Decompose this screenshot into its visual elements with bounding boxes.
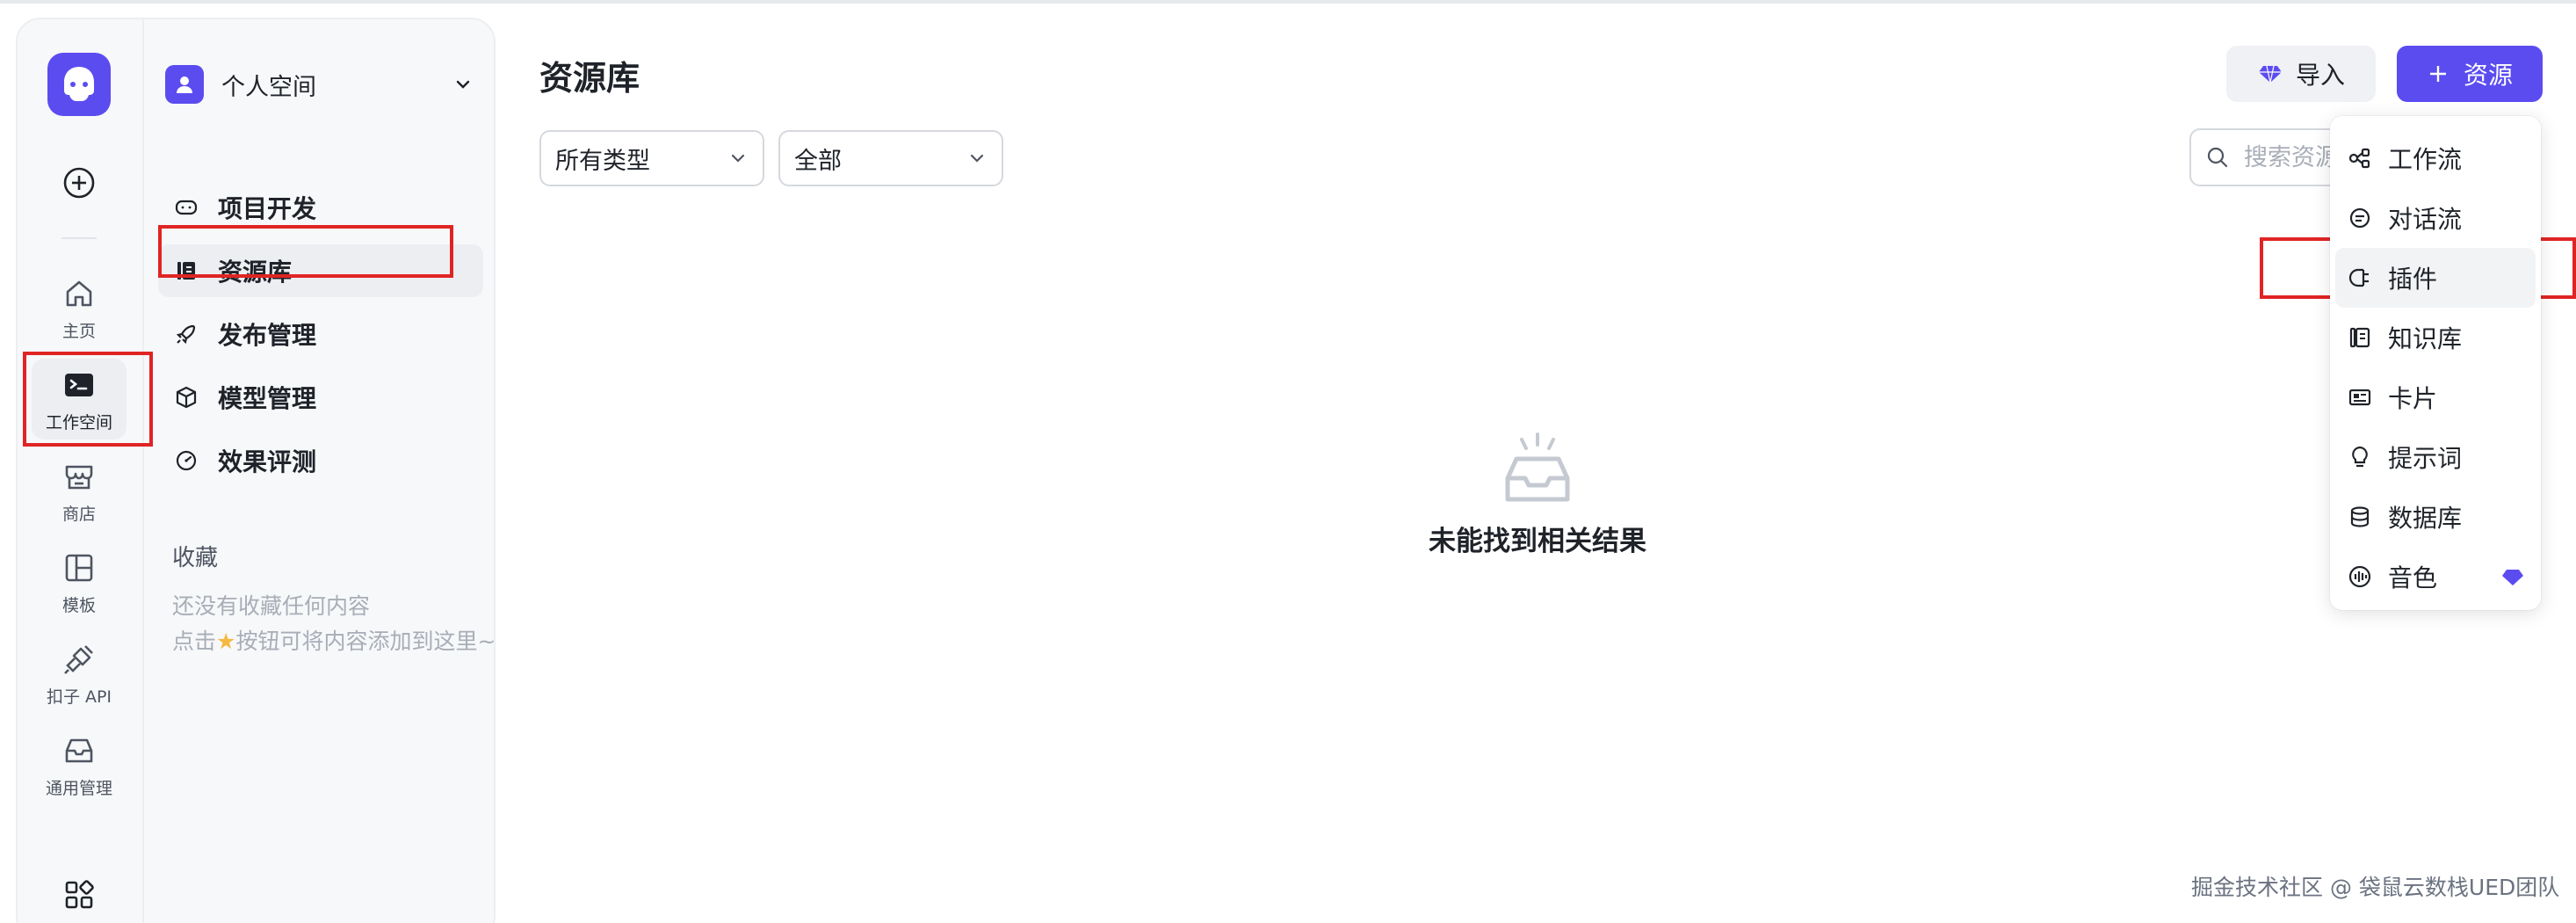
menu-item-label: 卡片 bbox=[2388, 384, 2438, 413]
menu-item-knowledge[interactable]: 知识库 bbox=[2335, 308, 2536, 367]
diamond-icon bbox=[2502, 570, 2523, 585]
search-icon bbox=[2207, 147, 2228, 168]
app-logo[interactable] bbox=[47, 53, 111, 116]
nav-item-project-dev[interactable]: 项目开发 bbox=[158, 181, 483, 234]
menu-item-prompt[interactable]: 提示词 bbox=[2335, 427, 2536, 487]
favorites-title: 收藏 bbox=[172, 545, 219, 571]
user-icon bbox=[177, 76, 192, 93]
nav-item-label: 效果评测 bbox=[218, 447, 317, 476]
favorites-empty-hint: 还没有收藏任何内容 点击★按钮可将内容添加到这里~ bbox=[172, 589, 496, 659]
watermark: 掘金技术社区 @ 袋鼠云数栈UED团队 bbox=[2191, 875, 2560, 900]
type-filter-select[interactable]: 所有类型 bbox=[539, 130, 764, 186]
menu-item-card[interactable]: 卡片 bbox=[2335, 367, 2536, 427]
nav-item-label: 发布管理 bbox=[218, 321, 317, 350]
menu-item-label: 对话流 bbox=[2388, 205, 2463, 234]
menu-item-voice[interactable]: 音色 bbox=[2335, 547, 2536, 607]
space-name: 个人空间 bbox=[221, 73, 316, 101]
empty-state-text: 未能找到相关结果 bbox=[1429, 526, 1646, 557]
menu-item-label: 工作流 bbox=[2388, 145, 2463, 174]
nav-rail: 主页 工作空间 商店 模板 扣子 API 通用管理 bbox=[18, 19, 144, 923]
rail-item-home[interactable]: 主页 bbox=[32, 267, 127, 348]
bulb-icon bbox=[2352, 446, 2368, 468]
type-filter-value: 所有类型 bbox=[555, 147, 650, 175]
rail-item-general-settings[interactable]: 通用管理 bbox=[32, 724, 127, 805]
rail-item-label: 工作空间 bbox=[45, 413, 112, 432]
favorites-empty-line2: 点击★按钮可将内容添加到这里~ bbox=[172, 624, 496, 659]
menu-item-database[interactable]: 数据库 bbox=[2335, 487, 2536, 547]
add-resource-menu: 工作流 对话流 插件 知识库 卡片 提示词 数据库 音色 bbox=[2330, 116, 2541, 610]
add-circle-icon[interactable] bbox=[62, 165, 97, 200]
card-icon bbox=[2348, 389, 2371, 406]
terminal-icon bbox=[65, 374, 93, 396]
chevron-down-icon bbox=[970, 154, 984, 163]
space-avatar bbox=[165, 65, 204, 104]
rail-item-label: 模板 bbox=[62, 596, 96, 615]
gamepad-icon bbox=[175, 200, 198, 215]
chat-flow-icon bbox=[2349, 207, 2370, 229]
empty-inbox-icon bbox=[1505, 432, 1570, 502]
gauge-icon bbox=[176, 450, 197, 471]
favorites-empty-line1: 还没有收藏任何内容 bbox=[172, 593, 371, 619]
rail-item-store[interactable]: 商店 bbox=[32, 450, 127, 531]
scope-filter-value: 全部 bbox=[794, 147, 842, 175]
diamond-icon bbox=[2258, 65, 2282, 84]
menu-item-label: 知识库 bbox=[2388, 324, 2463, 353]
menu-item-label: 音色 bbox=[2388, 563, 2438, 592]
import-button[interactable]: 导入 bbox=[2226, 46, 2376, 102]
inbox-icon bbox=[65, 738, 93, 763]
menu-item-label: 插件 bbox=[2388, 265, 2438, 294]
cube-icon bbox=[176, 386, 197, 409]
nav-item-library[interactable]: 资源库 bbox=[158, 244, 483, 297]
page-title: 资源库 bbox=[539, 59, 640, 98]
menu-item-workflow[interactable]: 工作流 bbox=[2335, 128, 2536, 188]
rail-item-label: 主页 bbox=[62, 322, 96, 341]
star-icon: ★ bbox=[216, 629, 236, 654]
database-icon bbox=[2350, 506, 2370, 527]
nav-item-models[interactable]: 模型管理 bbox=[158, 371, 483, 424]
rail-item-templates[interactable]: 模板 bbox=[32, 541, 127, 622]
import-label: 导入 bbox=[2295, 61, 2345, 90]
nav-item-publish[interactable]: 发布管理 bbox=[158, 308, 483, 360]
scope-filter-select[interactable]: 全部 bbox=[778, 130, 1003, 186]
nav-item-label: 资源库 bbox=[218, 258, 293, 287]
nav-item-label: 模型管理 bbox=[218, 384, 317, 413]
favorites-empty-pre: 点击 bbox=[172, 629, 217, 654]
rail-item-label: 扣子 API bbox=[46, 687, 112, 707]
workflow-icon bbox=[2348, 148, 2370, 169]
menu-item-label: 数据库 bbox=[2388, 504, 2463, 533]
add-resource-button[interactable]: 资源 bbox=[2397, 46, 2543, 102]
layout-icon bbox=[65, 554, 93, 582]
nav-item-label: 项目开发 bbox=[218, 194, 317, 223]
empty-state: 未能找到相关结果 bbox=[1371, 429, 1704, 558]
top-divider bbox=[0, 0, 2576, 4]
rail-divider bbox=[62, 237, 97, 239]
nav-item-evaluation[interactable]: 效果评测 bbox=[158, 434, 483, 487]
app-root: 主页 工作空间 商店 模板 扣子 API 通用管理 个人空间 项目开发 资源库 … bbox=[0, 0, 2576, 923]
store-icon bbox=[65, 465, 93, 490]
sidebar: 主页 工作空间 商店 模板 扣子 API 通用管理 个人空间 项目开发 资源库 … bbox=[16, 18, 496, 923]
chevron-down-icon bbox=[731, 154, 745, 163]
menu-item-label: 提示词 bbox=[2388, 444, 2463, 473]
rail-item-workspace[interactable]: 工作空间 bbox=[32, 359, 127, 440]
rail-item-label: 通用管理 bbox=[45, 779, 112, 798]
plus-icon bbox=[2429, 66, 2446, 82]
workspace-panel: 个人空间 项目开发 资源库 发布管理 模型管理 效果评测 收藏 还没有收藏任何内… bbox=[144, 19, 496, 923]
rocket-icon bbox=[176, 324, 196, 345]
add-resource-label: 资源 bbox=[2463, 61, 2513, 90]
home-icon bbox=[66, 280, 92, 307]
apps-grid-icon[interactable] bbox=[62, 877, 97, 912]
ghost-logo-icon bbox=[64, 67, 94, 101]
voice-icon bbox=[2348, 565, 2371, 588]
space-switcher[interactable]: 个人空间 bbox=[165, 63, 474, 105]
library-icon bbox=[177, 262, 195, 280]
plug-icon bbox=[64, 645, 93, 674]
chevron-down-icon bbox=[456, 80, 470, 89]
menu-item-chat-flow[interactable]: 对话流 bbox=[2335, 188, 2536, 248]
plugin-icon bbox=[2348, 268, 2369, 287]
rail-item-api[interactable]: 扣子 API bbox=[32, 633, 127, 714]
knowledge-icon bbox=[2349, 327, 2370, 348]
rail-item-label: 商店 bbox=[62, 505, 96, 524]
favorites-empty-post: 按钮可将内容添加到这里~ bbox=[235, 629, 496, 654]
menu-item-plugin[interactable]: 插件 bbox=[2335, 248, 2536, 308]
